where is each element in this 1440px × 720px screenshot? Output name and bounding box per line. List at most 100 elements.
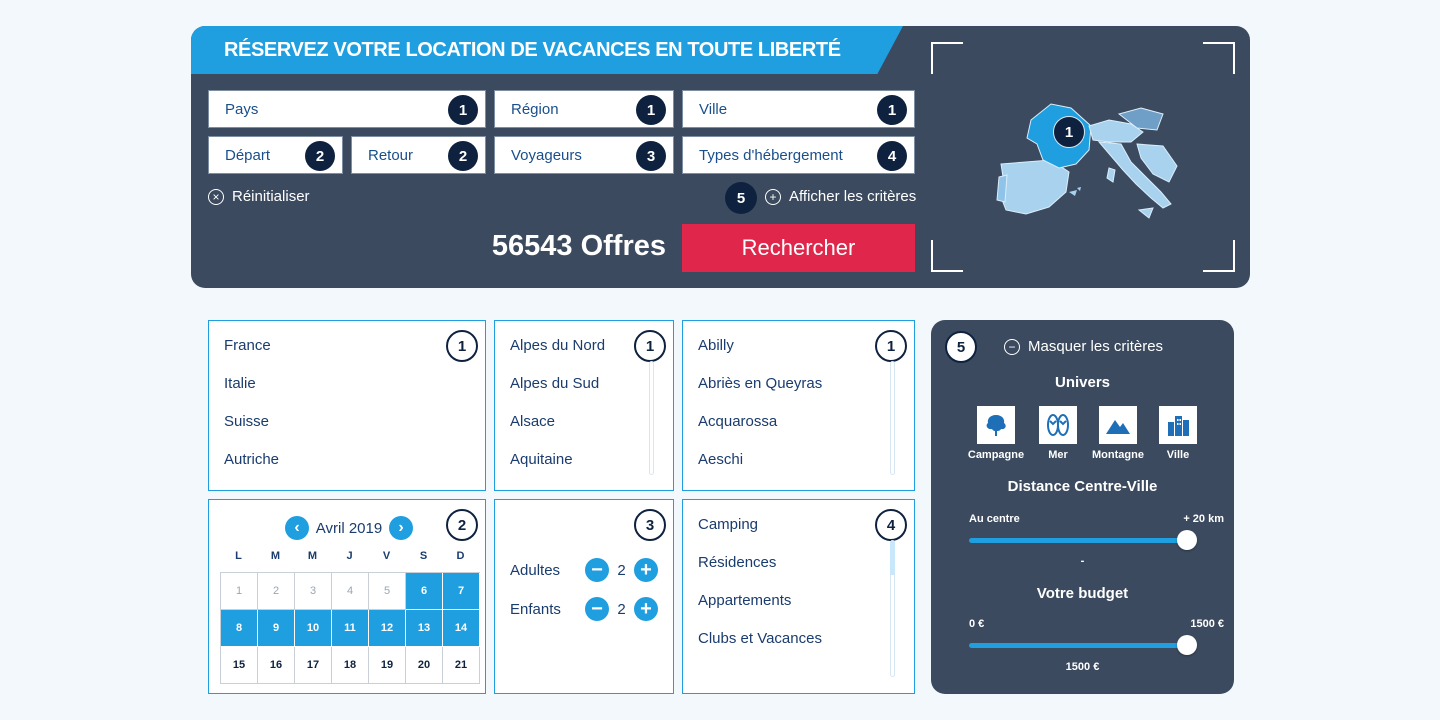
list-item-country[interactable]: Italie xyxy=(224,375,279,413)
hide-criteria-button[interactable]: − Masquer les critères xyxy=(1004,338,1163,355)
weekday-label: V xyxy=(382,550,391,562)
calendar-day-selected[interactable]: 7 xyxy=(443,573,480,610)
map-count-badge: 1 xyxy=(1053,116,1085,148)
list-item-country[interactable]: France xyxy=(224,337,279,375)
calendar-day: 2 xyxy=(258,573,295,610)
travellers-badge: 3 xyxy=(634,509,666,541)
region-field[interactable]: Région 1 xyxy=(494,90,674,128)
calendar-day: 3 xyxy=(295,573,332,610)
universe-label: Ville xyxy=(1166,449,1190,461)
show-criteria-button[interactable]: + Afficher les critères xyxy=(765,188,916,205)
calendar-day-selected[interactable]: 10 xyxy=(295,610,332,647)
mountain-icon xyxy=(1099,406,1137,444)
travellers-field[interactable]: Voyageurs 3 xyxy=(494,136,674,174)
calendar-grid: 1 2 3 4 5 6 7 8 9 10 11 12 13 14 15 16 1… xyxy=(220,572,480,684)
country-field[interactable]: Pays 1 xyxy=(208,90,486,128)
budget-title: Votre budget xyxy=(1036,585,1129,602)
children-value: 2 xyxy=(617,600,626,618)
list-item-accommodation[interactable]: Résidences xyxy=(698,554,822,592)
scrollbar-thumb[interactable] xyxy=(890,541,895,575)
city-field-label: Ville xyxy=(699,100,728,118)
universe-ville[interactable]: Ville xyxy=(1148,406,1208,461)
calendar-day: 4 xyxy=(332,573,369,610)
return-field-label: Retour xyxy=(368,146,414,164)
list-item-region[interactable]: Alpes du Sud xyxy=(510,375,605,413)
next-month-button[interactable]: › xyxy=(389,516,413,540)
search-panel: RÉSERVEZ VOTRE LOCATION DE VACANCES EN T… xyxy=(191,26,1250,288)
cities-list: Abilly Abriès en Queyras Acquarossa Aesc… xyxy=(698,337,822,489)
universe-mer[interactable]: Mer xyxy=(1028,406,1088,461)
calendar-day-selected[interactable]: 14 xyxy=(443,610,480,647)
calendar-month: Avril 2019 xyxy=(315,519,383,537)
list-item-accommodation[interactable]: Camping xyxy=(698,516,822,554)
distance-slider[interactable] xyxy=(969,530,1197,550)
search-button[interactable]: Rechercher xyxy=(682,224,915,272)
accommodation-scrollbar[interactable] xyxy=(890,540,895,677)
calendar-day[interactable]: 19 xyxy=(369,647,406,684)
calendar-day[interactable]: 17 xyxy=(295,647,332,684)
chevron-right-icon: › xyxy=(398,519,404,536)
flip-flops-icon xyxy=(1039,406,1077,444)
adults-decrement-button[interactable]: − xyxy=(585,558,609,582)
calendar-day[interactable]: 18 xyxy=(332,647,369,684)
accommodation-type-field[interactable]: Types d'hébergement 4 xyxy=(682,136,915,174)
distance-value: - xyxy=(1080,555,1085,567)
accommodation-type-count-badge: 4 xyxy=(877,141,907,171)
universe-label: Mer xyxy=(1048,449,1068,461)
calendar-day[interactable]: 15 xyxy=(221,647,258,684)
calendar-header: ‹ Avril 2019 › xyxy=(285,516,413,540)
countries-badge: 1 xyxy=(446,330,478,362)
list-item-region[interactable]: Alpes du Nord xyxy=(510,337,605,375)
regions-list-box: Alpes du Nord Alpes du Sud Alsace Aquita… xyxy=(494,320,674,491)
plus-icon: + xyxy=(640,559,652,581)
cities-scrollbar[interactable] xyxy=(890,361,895,475)
frame-corner xyxy=(931,240,963,272)
weekday-label: S xyxy=(419,550,428,562)
list-item-region[interactable]: Alsace xyxy=(510,413,605,451)
list-item-region[interactable]: Aquitaine xyxy=(510,451,605,489)
regions-scrollbar[interactable] xyxy=(649,361,654,475)
calendar-day-selected[interactable]: 9 xyxy=(258,610,295,647)
list-item-accommodation[interactable]: Clubs et Vacances xyxy=(698,630,822,668)
regions-list: Alpes du Nord Alpes du Sud Alsace Aquita… xyxy=(510,337,605,489)
universe-label: Campagne xyxy=(967,449,1025,461)
prev-month-button[interactable]: ‹ xyxy=(285,516,309,540)
minus-icon: − xyxy=(591,559,603,581)
calendar-day-selected[interactable]: 13 xyxy=(406,610,443,647)
adults-increment-button[interactable]: + xyxy=(634,558,658,582)
budget-slider-knob[interactable] xyxy=(1177,635,1197,655)
region-count-badge: 1 xyxy=(636,95,666,125)
regions-badge: 1 xyxy=(634,330,666,362)
calendar-day[interactable]: 21 xyxy=(443,647,480,684)
map[interactable]: 1 xyxy=(931,42,1235,272)
return-count-badge: 2 xyxy=(448,141,478,171)
reset-button[interactable]: × Réinitialiser xyxy=(208,188,310,205)
children-increment-button[interactable]: + xyxy=(634,597,658,621)
list-item-country[interactable]: Suisse xyxy=(224,413,279,451)
calendar-day-selected[interactable]: 8 xyxy=(221,610,258,647)
return-field[interactable]: Retour 2 xyxy=(351,136,486,174)
calendar-day-selected[interactable]: 12 xyxy=(369,610,406,647)
calendar-day[interactable]: 16 xyxy=(258,647,295,684)
universe-campagne[interactable]: Campagne xyxy=(966,406,1026,461)
list-item-city[interactable]: Abriès en Queyras xyxy=(698,375,822,413)
calendar-day-selected[interactable]: 6 xyxy=(406,573,443,610)
country-field-label: Pays xyxy=(225,100,259,118)
list-item-city[interactable]: Aeschi xyxy=(698,451,822,489)
calendar-day-selected[interactable]: 11 xyxy=(332,610,369,647)
children-decrement-button[interactable]: − xyxy=(585,597,609,621)
reset-label: Réinitialiser xyxy=(232,188,310,205)
departure-field[interactable]: Départ 2 xyxy=(208,136,343,174)
budget-slider[interactable] xyxy=(969,635,1197,655)
list-item-country[interactable]: Autriche xyxy=(224,451,279,489)
distance-slider-knob[interactable] xyxy=(1177,530,1197,550)
city-field[interactable]: Ville 1 xyxy=(682,90,915,128)
calendar-day[interactable]: 20 xyxy=(406,647,443,684)
plus-circle-icon: + xyxy=(765,188,781,205)
list-item-city[interactable]: Abilly xyxy=(698,337,822,375)
travellers-box: 3 Adultes − 2 + Enfants − 2 + xyxy=(494,499,674,694)
list-item-city[interactable]: Acquarossa xyxy=(698,413,822,451)
departure-field-label: Départ xyxy=(225,146,271,164)
list-item-accommodation[interactable]: Appartements xyxy=(698,592,822,630)
universe-montagne[interactable]: Montagne xyxy=(1088,406,1148,461)
